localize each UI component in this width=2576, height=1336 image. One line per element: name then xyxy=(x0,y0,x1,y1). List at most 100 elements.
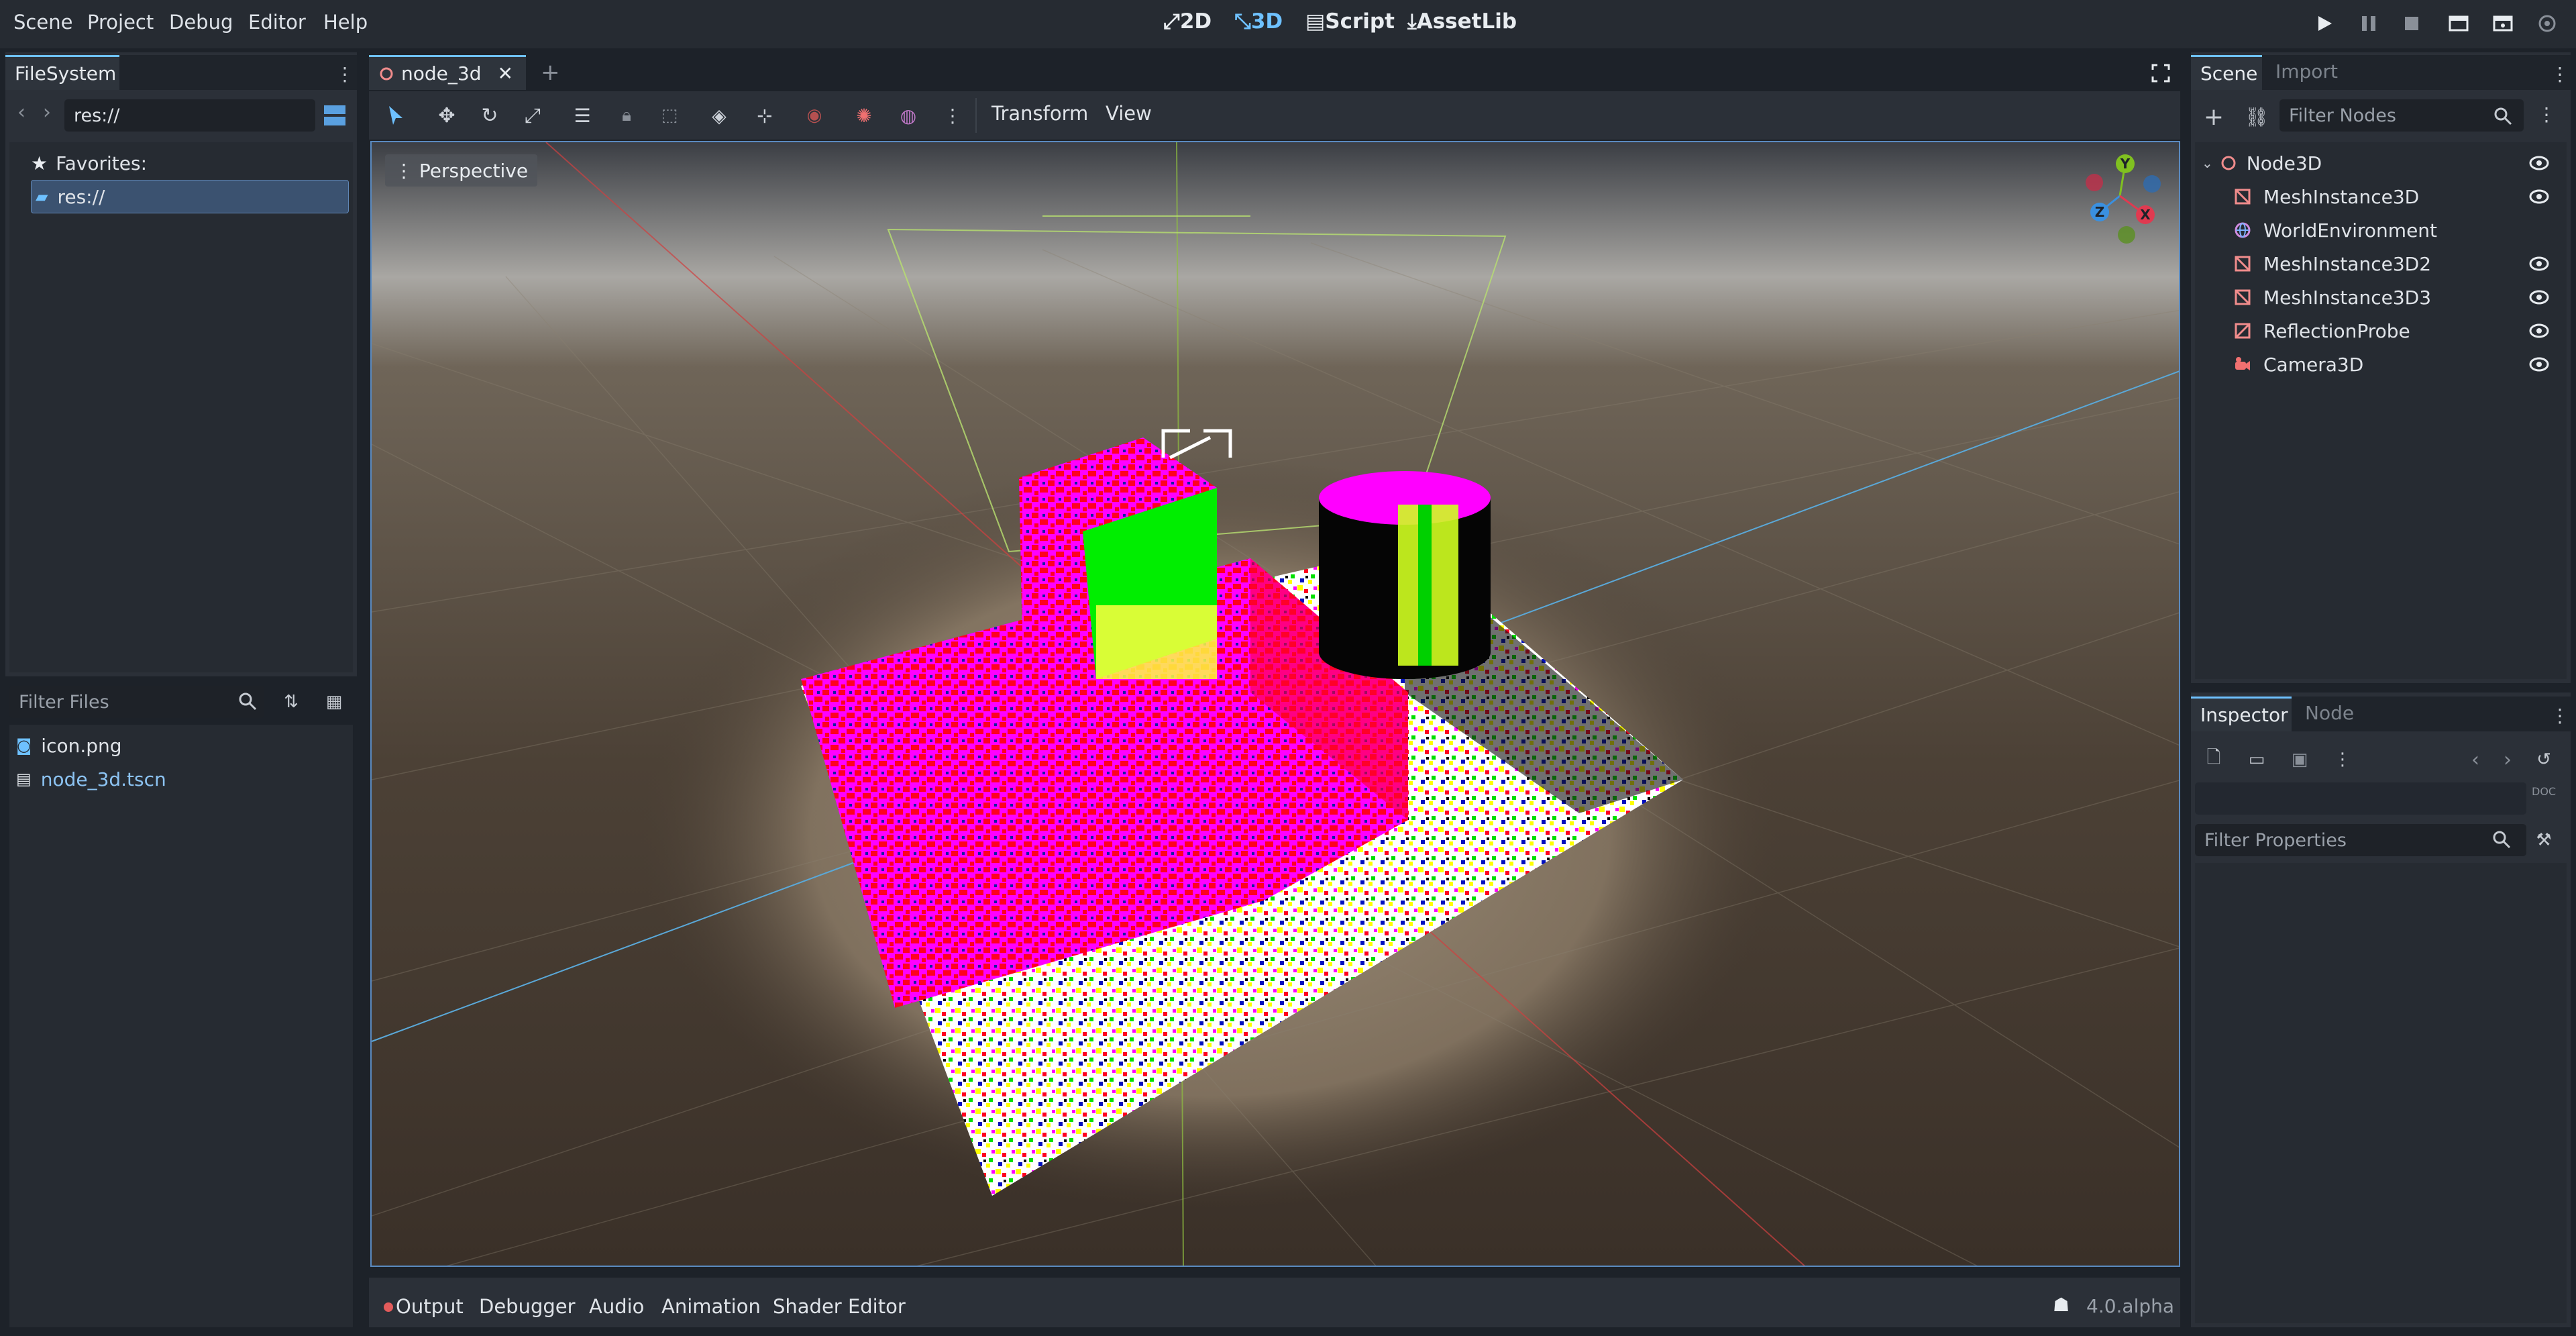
add-node-icon[interactable]: + xyxy=(2202,103,2226,131)
scale-mode-icon[interactable]: ⤢ xyxy=(518,101,547,130)
visibility-eye-icon[interactable] xyxy=(2528,252,2551,275)
history-icon[interactable]: ↺ xyxy=(2532,748,2556,772)
kebab-menu-icon[interactable]: ⋮ xyxy=(2551,63,2569,85)
tree-node-reflectionprobe[interactable]: ReflectionProbe xyxy=(2234,314,2551,348)
node-label: MeshInstance3D xyxy=(2263,185,2420,208)
res-root-row[interactable]: ▰ res:// xyxy=(31,180,349,213)
select-mode-icon[interactable] xyxy=(381,101,411,130)
visibility-eye-icon[interactable] xyxy=(2528,353,2551,376)
scene-tabbar: node_3d ✕ + xyxy=(369,55,2180,90)
tab-scene[interactable]: Scene xyxy=(2191,55,2262,90)
lock-icon[interactable]: 🔒︎ xyxy=(612,101,641,130)
tab-animation[interactable]: Animation xyxy=(661,1295,761,1318)
tab-audio[interactable]: Audio xyxy=(589,1295,644,1318)
path-field[interactable]: res:// xyxy=(64,99,315,132)
error-dot-icon xyxy=(384,1302,393,1312)
tree-node-meshinstance3d3[interactable]: MeshInstance3D3 xyxy=(2234,280,2551,314)
file-row-icon-png[interactable]: ◙ icon.png xyxy=(16,729,345,762)
tree-node-node3d[interactable]: ⌄ Node3D xyxy=(2202,146,2551,180)
image-icon: ◙ xyxy=(16,736,32,755)
tree-node-worldenvironment[interactable]: WorldEnvironment xyxy=(2234,213,2551,247)
move-mode-icon[interactable]: ✥ xyxy=(432,101,462,130)
tab-node[interactable]: Node xyxy=(2296,697,2360,731)
script-icon: ▤ xyxy=(1305,9,1326,34)
movie-maker-icon[interactable] xyxy=(2537,13,2557,34)
play-custom-scene-icon[interactable] xyxy=(2493,13,2513,34)
rotate-mode-icon[interactable]: ↻ xyxy=(475,101,504,130)
kebab-menu-icon[interactable]: ⋮ xyxy=(2551,705,2569,727)
forward-arrow-icon[interactable]: › xyxy=(43,101,51,124)
mode-assetlib-button[interactable]: ⤓AssetLib xyxy=(1407,9,1517,34)
filter-nodes-input[interactable]: Filter Nodes xyxy=(2279,99,2524,132)
tree-node-camera3d[interactable]: Camera3D xyxy=(2234,348,2551,381)
stop-icon[interactable] xyxy=(2402,13,2422,34)
tab-debugger[interactable]: Debugger xyxy=(479,1295,576,1318)
menu-editor[interactable]: Editor xyxy=(248,11,306,34)
favorites-label: Favorites: xyxy=(56,152,148,174)
tab-shader-editor[interactable]: Shader Editor xyxy=(773,1295,906,1318)
search-icon xyxy=(239,692,257,711)
snap-icon[interactable]: ⊹ xyxy=(750,101,780,130)
menu-scene[interactable]: Scene xyxy=(13,11,72,34)
mode-script-button[interactable]: ▤Script xyxy=(1305,9,1395,34)
back-arrow-icon[interactable]: ‹ xyxy=(17,101,25,124)
gizmo-x-label: X xyxy=(2140,207,2151,223)
sun-preview-icon[interactable]: ✺ xyxy=(849,101,879,130)
add-tab-icon[interactable]: + xyxy=(541,59,560,86)
distraction-free-icon[interactable] xyxy=(2151,63,2171,83)
split-view-icon[interactable] xyxy=(323,103,346,127)
menu-project[interactable]: Project xyxy=(87,11,154,34)
more-options-icon[interactable]: ⋮ xyxy=(938,101,967,130)
kebab-menu-icon[interactable]: ⋮ xyxy=(2330,748,2355,772)
tree-node-meshinstance3d2[interactable]: MeshInstance3D2 xyxy=(2234,247,2551,280)
history-forward-icon[interactable]: › xyxy=(2496,748,2520,772)
tab-inspector[interactable]: Inspector xyxy=(2191,697,2292,731)
save-icon[interactable]: ▣ xyxy=(2288,748,2312,772)
close-icon[interactable]: ✕ xyxy=(497,62,513,85)
tab-node-3d[interactable]: node_3d ✕ xyxy=(369,55,526,90)
local-space-icon[interactable]: ◈ xyxy=(704,101,734,130)
kebab-menu-icon[interactable]: ⋮ xyxy=(335,63,354,85)
transform-menu[interactable]: Transform xyxy=(991,102,1088,125)
mode-2d-button[interactable]: ⤢2D xyxy=(1163,9,1212,34)
environment-preview-icon[interactable]: ◍ xyxy=(894,101,923,130)
tab-filesystem[interactable]: FileSystem xyxy=(5,55,119,90)
open-folder-icon[interactable]: ▭ xyxy=(2245,748,2269,772)
group-icon[interactable]: ⬚ xyxy=(655,101,684,130)
tab-output[interactable]: Output xyxy=(396,1295,464,1318)
play-icon[interactable] xyxy=(2314,13,2334,34)
new-resource-icon[interactable]: 🗋︎ xyxy=(2202,748,2226,772)
orientation-gizmo[interactable]: Y Z X xyxy=(2076,149,2169,250)
world-icon xyxy=(2235,222,2251,238)
menu-debug[interactable]: Debug xyxy=(169,11,233,34)
chevron-down-icon[interactable]: ⌄ xyxy=(2202,155,2213,171)
tools-icon[interactable]: ⚒ xyxy=(2532,828,2556,852)
visibility-eye-icon[interactable] xyxy=(2528,286,2551,309)
visibility-eye-icon[interactable] xyxy=(2528,152,2551,174)
filter-files-input[interactable]: Filter Files xyxy=(9,686,264,718)
perspective-menu[interactable]: ⋮ Perspective xyxy=(385,154,538,187)
play-scene-icon[interactable] xyxy=(2449,13,2469,34)
menu-help[interactable]: Help xyxy=(323,11,368,34)
kebab-menu-icon[interactable]: ⋮ xyxy=(2537,103,2556,125)
kebab-menu-icon: ⋮ xyxy=(394,160,419,182)
sort-icon[interactable]: ⇅ xyxy=(279,690,303,714)
tree-node-meshinstance3d[interactable]: MeshInstance3D xyxy=(2234,180,2551,213)
list-select-icon[interactable]: ☰ xyxy=(568,101,597,130)
pause-icon[interactable] xyxy=(2359,13,2379,34)
file-row-node-3d[interactable]: ▤ node_3d.tscn xyxy=(16,762,345,796)
view-menu[interactable]: View xyxy=(1106,102,1152,125)
3d-viewport[interactable]: ⋮ Perspective Y Z X xyxy=(370,141,2180,1267)
history-back-icon[interactable]: ‹ xyxy=(2463,748,2487,772)
tab-import[interactable]: Import xyxy=(2266,55,2347,90)
grid-view-icon[interactable]: ▦ xyxy=(322,690,346,714)
link-icon[interactable]: ⛓︎ xyxy=(2245,105,2269,129)
filter-properties-input[interactable]: Filter Properties xyxy=(2195,824,2526,856)
doc-icon[interactable]: DOC xyxy=(2532,785,2556,798)
favorites-row[interactable]: ★ Favorites: xyxy=(31,146,346,180)
camera-preview-icon[interactable]: ◉ xyxy=(800,101,829,130)
visibility-eye-icon[interactable] xyxy=(2528,319,2551,342)
version-label[interactable]: 4.0.alpha xyxy=(2086,1295,2174,1317)
mode-3d-button[interactable]: ⤡3D xyxy=(1234,9,1283,34)
visibility-eye-icon[interactable] xyxy=(2528,185,2551,208)
